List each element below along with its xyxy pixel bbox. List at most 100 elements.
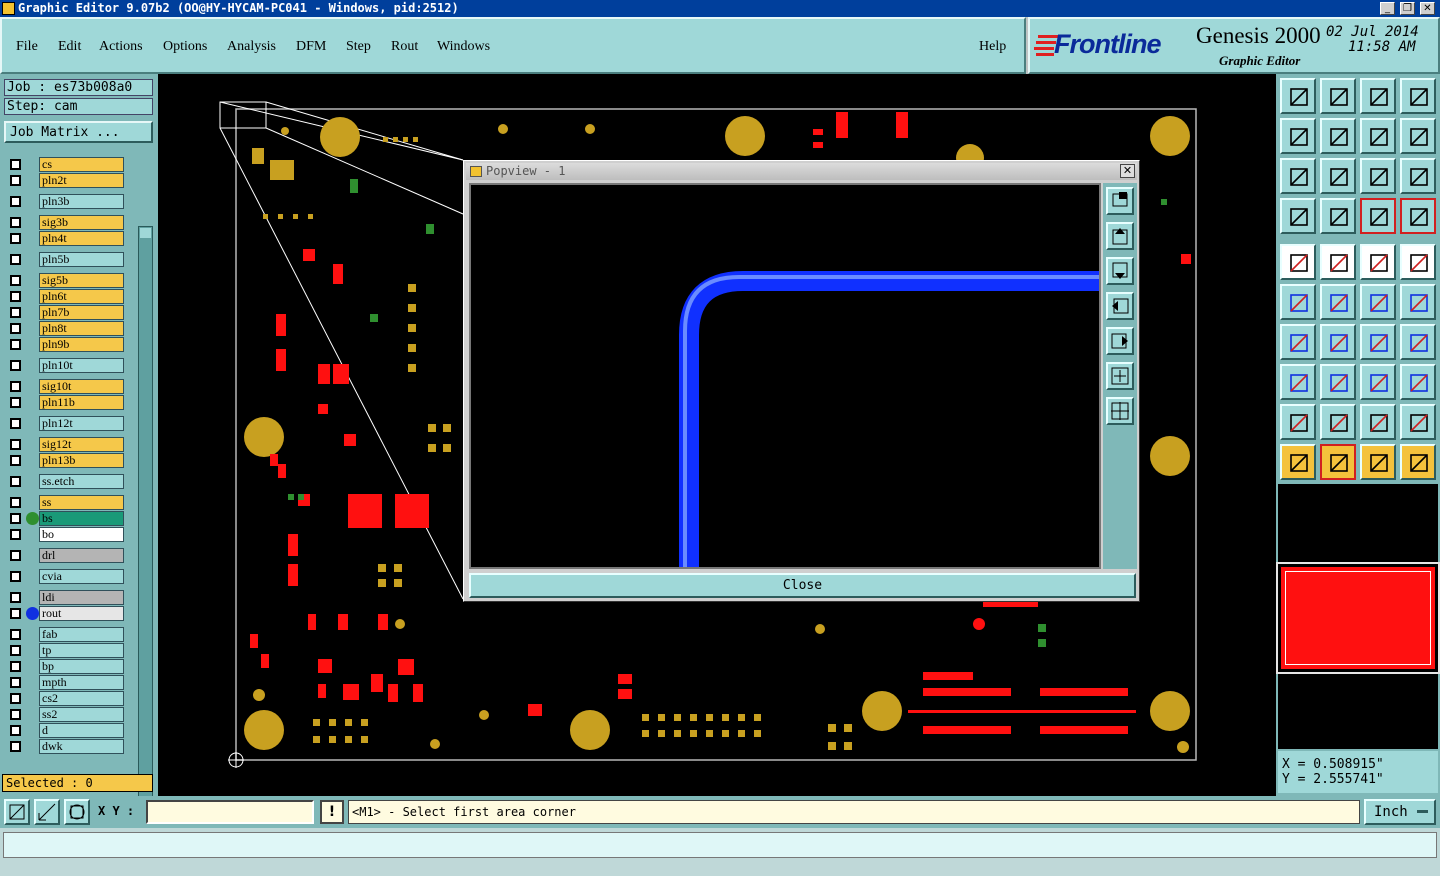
layer-checkbox[interactable] (10, 592, 21, 603)
scroll-up-icon[interactable] (140, 228, 151, 238)
home-up-icon[interactable] (1280, 78, 1316, 114)
layer-row-cvia[interactable]: cvia (6, 569, 124, 584)
layer-label[interactable]: ss.etch (39, 474, 124, 489)
layer-label[interactable]: ss2 (39, 707, 124, 722)
pointer-icon[interactable] (1280, 444, 1316, 480)
layer-label[interactable]: bp (39, 659, 124, 674)
layer-label[interactable]: pln2t (39, 173, 124, 188)
layer-label[interactable]: pln13b (39, 453, 124, 468)
layer-row-sig5b[interactable]: sig5b (6, 273, 124, 288)
surface-icon[interactable] (1400, 364, 1436, 400)
layer-checkbox[interactable] (10, 571, 21, 582)
layer-checkbox[interactable] (10, 439, 21, 450)
hole-icon[interactable] (1400, 244, 1436, 280)
popview-canvas[interactable] (469, 183, 1101, 569)
layer-checkbox[interactable] (10, 339, 21, 350)
layer-checkbox[interactable] (10, 397, 21, 408)
net-connect-icon[interactable] (1280, 284, 1316, 320)
layer-checkbox[interactable] (10, 661, 21, 672)
layer-label[interactable]: tp (39, 643, 124, 658)
layer-label[interactable]: sig12t (39, 437, 124, 452)
layer-checkbox[interactable] (10, 323, 21, 334)
job-matrix-button[interactable]: Job Matrix ... (4, 121, 153, 143)
layer-compare-icon[interactable] (1360, 198, 1396, 234)
layer-checkbox[interactable] (10, 291, 21, 302)
layer-row-pln10t[interactable]: pln10t (6, 358, 124, 373)
layer-label[interactable]: drl (39, 548, 124, 563)
pad-add-icon[interactable] (1280, 364, 1316, 400)
arc-icon[interactable] (1360, 324, 1396, 360)
layer-row-pln5b[interactable]: pln5b (6, 252, 124, 267)
layer-row-ss2[interactable]: ss2 (6, 707, 124, 722)
popview-zoom-fit-icon[interactable] (1106, 187, 1134, 215)
command-line[interactable] (3, 832, 1437, 858)
grid-snap-icon[interactable] (64, 799, 90, 825)
layer-label[interactable]: pln10t (39, 358, 124, 373)
layer-checkbox[interactable] (10, 196, 21, 207)
layer-row-pln13b[interactable]: pln13b (6, 453, 124, 468)
layer-row-sig10t[interactable]: sig10t (6, 379, 124, 394)
layer-label[interactable]: dwk (39, 739, 124, 754)
zoom-center-icon[interactable] (1320, 158, 1356, 194)
xy-input[interactable] (146, 800, 314, 824)
triangle-3-icon[interactable] (1360, 404, 1396, 440)
layer-compare-2-icon[interactable] (1400, 198, 1436, 234)
layer-row-pln9b[interactable]: pln9b (6, 337, 124, 352)
layer-checkbox[interactable] (10, 360, 21, 371)
alert-icon[interactable]: ! (320, 800, 344, 824)
layer-checkbox[interactable] (10, 741, 21, 752)
layer-row-ss[interactable]: ss (6, 495, 124, 510)
layer-row-mpth[interactable]: mpth (6, 675, 124, 690)
popview-close-button[interactable]: Close (469, 573, 1136, 598)
popview-pan-left-icon[interactable] (1106, 292, 1134, 320)
layer-checkbox[interactable] (10, 307, 21, 318)
scale-1-2-icon[interactable] (1360, 158, 1396, 194)
line-draw-2-icon[interactable] (1400, 284, 1436, 320)
grid-icon[interactable] (1320, 198, 1356, 234)
layer-label[interactable]: fab (39, 627, 124, 642)
popview-pan-down-icon[interactable] (1106, 257, 1134, 285)
layer-row-ldi[interactable]: ldi (6, 590, 124, 605)
popview-pan-right-icon[interactable] (1106, 327, 1134, 355)
menu-options[interactable]: Options (163, 39, 207, 55)
layer-label[interactable]: bs (39, 511, 124, 526)
layer-label[interactable]: pln6t (39, 289, 124, 304)
layer-checkbox[interactable] (10, 497, 21, 508)
layer-row-sig12t[interactable]: sig12t (6, 437, 124, 452)
layer-scrollbar[interactable] (138, 226, 153, 840)
pan-right-icon[interactable] (1320, 118, 1356, 154)
layer-checkbox[interactable] (10, 381, 21, 392)
triangle-1-icon[interactable] (1280, 404, 1316, 440)
popview-close-icon[interactable]: ✕ (1120, 164, 1135, 178)
layer-row-ss-etch[interactable]: ss.etch (6, 474, 124, 489)
zoom-fit-icon[interactable] (1280, 158, 1316, 194)
menu-analysis[interactable]: Analysis (227, 39, 276, 55)
layer-label[interactable]: sig5b (39, 273, 124, 288)
layer-label[interactable]: pln8t (39, 321, 124, 336)
layer-label[interactable]: pln12t (39, 416, 124, 431)
layer-checkbox[interactable] (10, 159, 21, 170)
layer-checkbox[interactable] (10, 455, 21, 466)
layer-label[interactable]: d (39, 723, 124, 738)
layer-label[interactable]: pln5b (39, 252, 124, 267)
layer-row-pln11b[interactable]: pln11b (6, 395, 124, 410)
layer-label[interactable]: pln9b (39, 337, 124, 352)
layer-row-sig3b[interactable]: sig3b (6, 215, 124, 230)
layer-label[interactable]: cs2 (39, 691, 124, 706)
popview-zoom-in-icon[interactable] (1106, 362, 1134, 390)
settings-icon[interactable] (1280, 198, 1316, 234)
layer-label[interactable]: pln11b (39, 395, 124, 410)
triangle-4-icon[interactable] (1400, 404, 1436, 440)
measure-span-icon[interactable] (1360, 364, 1396, 400)
split-view-icon[interactable] (1400, 78, 1436, 114)
menu-windows[interactable]: Windows (437, 39, 490, 55)
layer-row-cs2[interactable]: cs2 (6, 691, 124, 706)
menu-file[interactable]: File (16, 39, 38, 55)
board-overview-map[interactable] (1276, 562, 1440, 674)
angle-icon[interactable] (1280, 324, 1316, 360)
layer-label[interactable]: pln7b (39, 305, 124, 320)
layer-checkbox[interactable] (10, 233, 21, 244)
pointer-net-icon[interactable] (1400, 444, 1436, 480)
layer-label[interactable]: rout (39, 606, 124, 621)
layer-checkbox[interactable] (10, 629, 21, 640)
